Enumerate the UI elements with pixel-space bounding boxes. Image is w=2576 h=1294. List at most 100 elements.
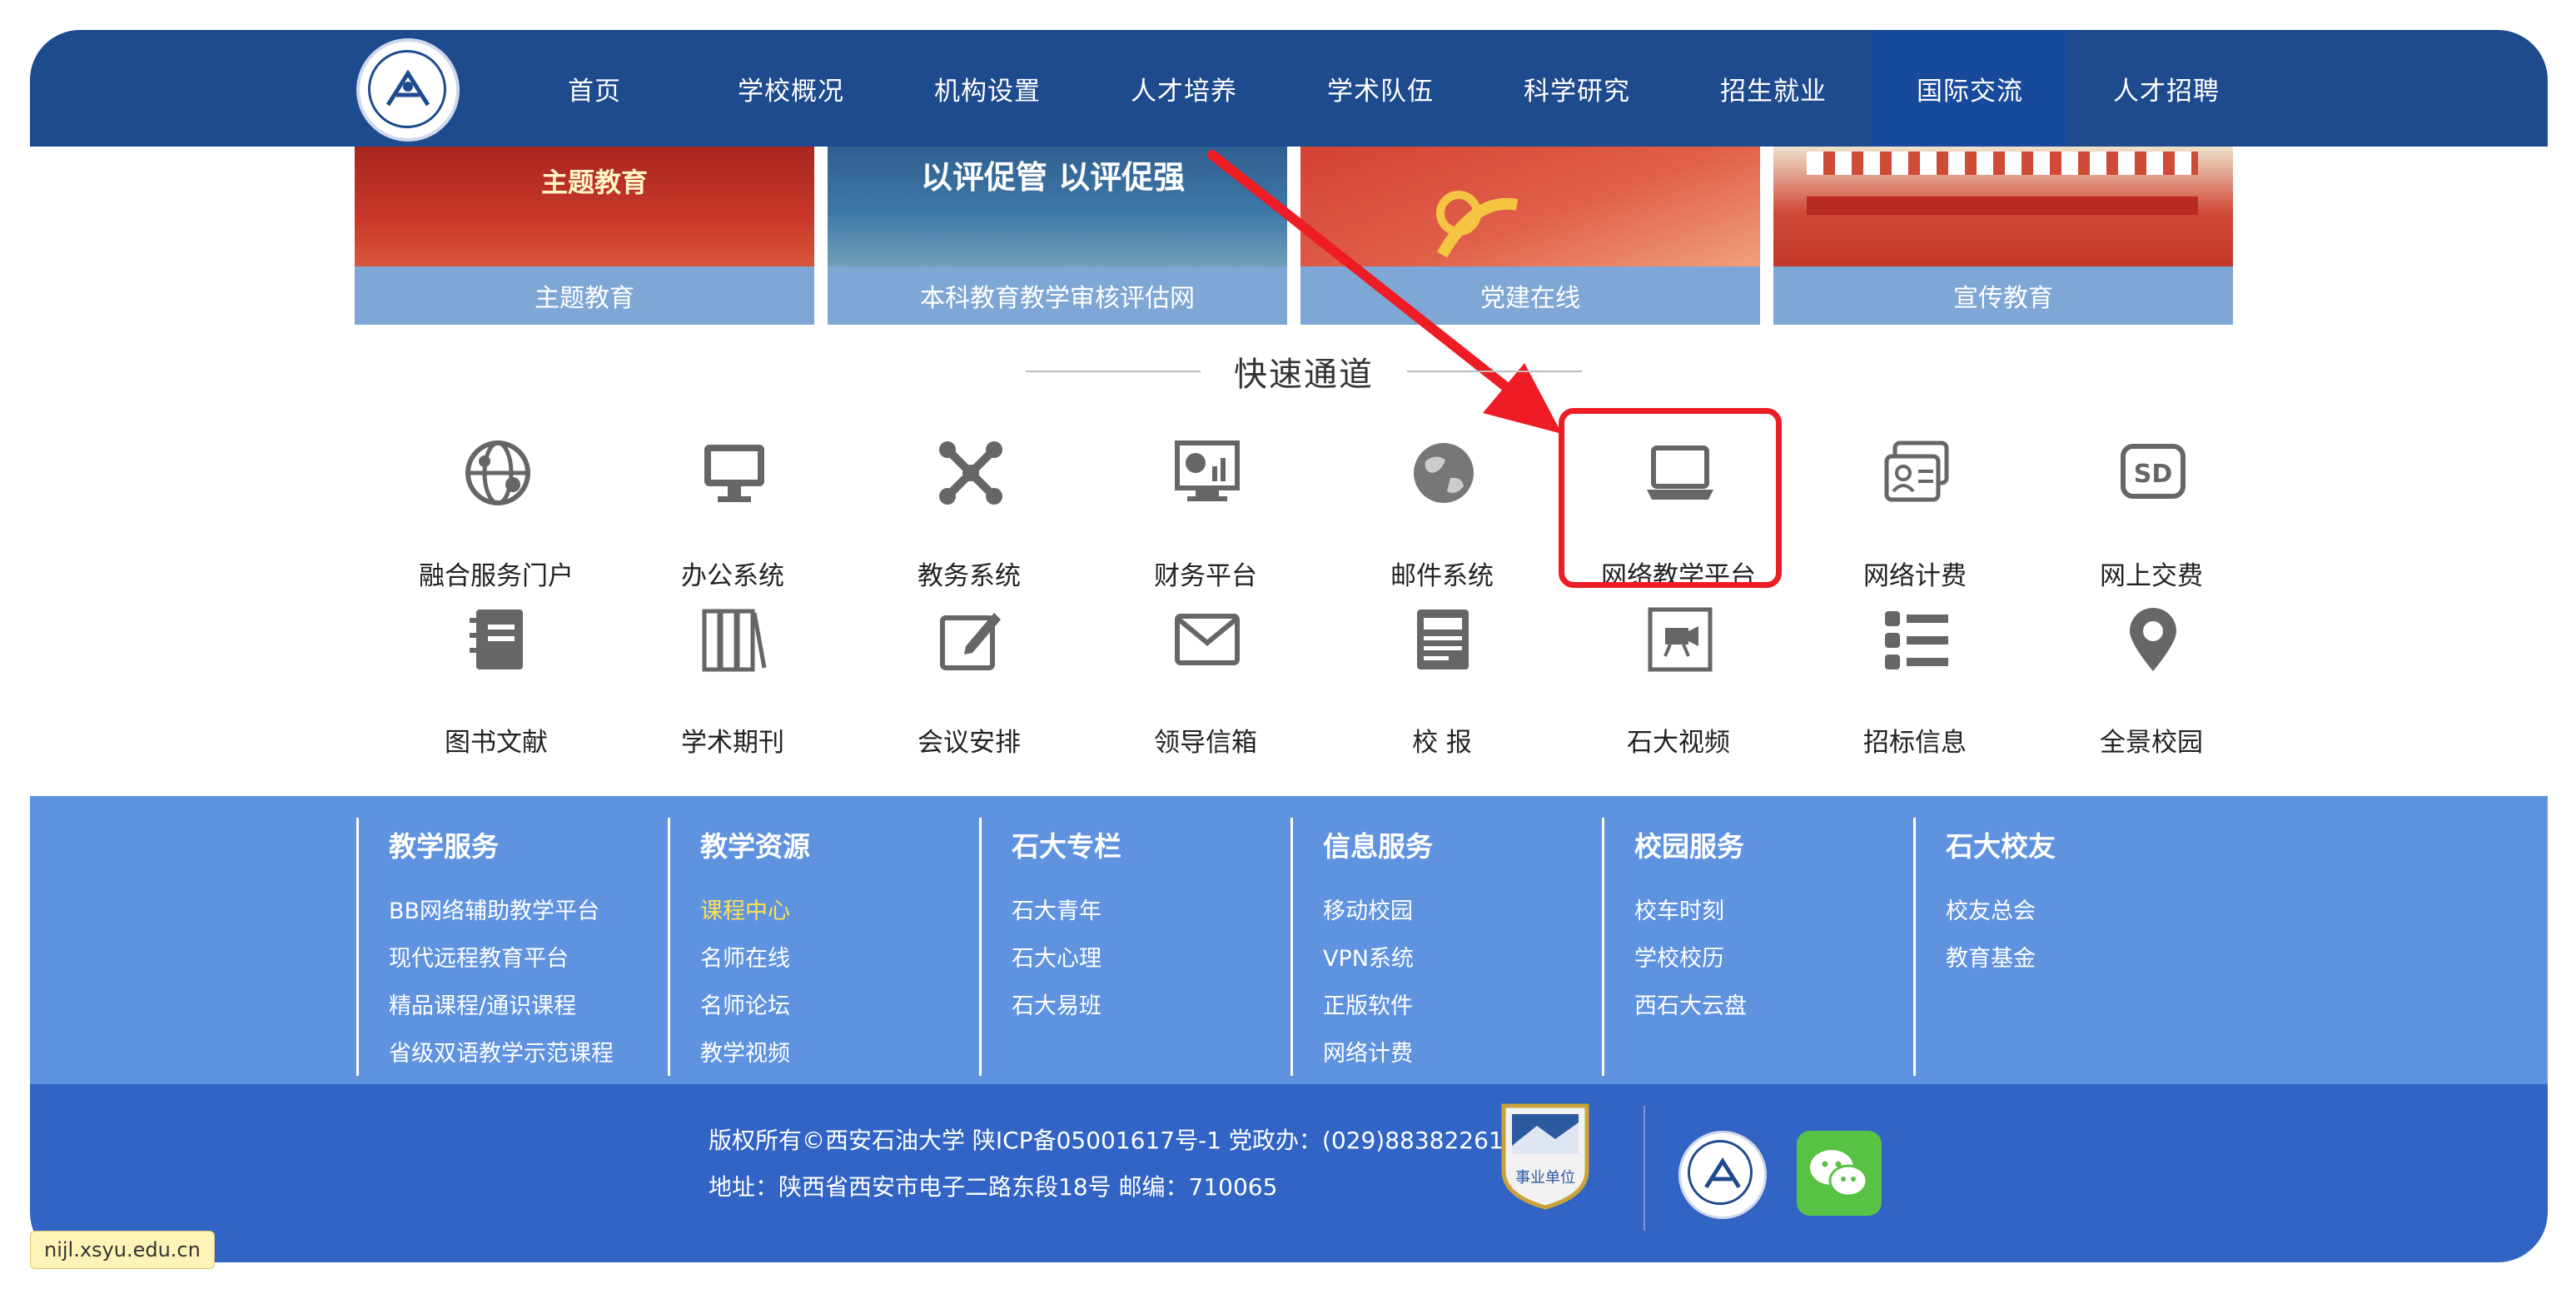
id-card-icon [1884,440,1949,502]
footer-column-heading: 信息服务 [1323,830,1433,863]
footer-link[interactable]: 现代远程教育平台 [389,935,668,983]
quick-link-video[interactable]: 石大视频 [1570,605,1787,758]
monitor-icon [704,445,764,502]
footer-links: 教学服务 BB网络辅助教学平台 现代远程教育平台 精品课程/通识课程 省级双语教… [30,796,2548,1084]
quick-link-mail[interactable]: 邮件系统 [1334,438,1550,591]
university-logo[interactable] [356,38,460,142]
quick-link-label: 图书文献 [445,728,548,758]
footer-link[interactable]: 名师在线 [700,935,979,983]
globe-icon [1414,443,1474,503]
footer-link[interactable]: 西石大云盘 [1634,983,1913,1030]
quick-link-leader-mailbox[interactable]: 领导信箱 [1097,605,1314,758]
footer-link[interactable]: 石大易班 [1012,983,1290,1030]
mail-icon [1175,614,1240,665]
copyright-text: 版权所有©西安石油大学 陕ICP备05001617号-1 党政办：(029)88… [709,1127,1504,1154]
footer-link[interactable]: 名师论坛 [700,983,979,1030]
quick-link-label: 邮件系统 [1390,561,1494,591]
quick-link-online-payment[interactable]: SD 网上交费 [2043,438,2260,591]
footer-column-heading: 石大校友 [1946,830,2056,863]
video-camera-icon [1648,607,1713,672]
footer-link[interactable]: 石大心理 [1012,935,1290,983]
edit-icon [940,613,1001,670]
footer-column-alumni: 石大校友 校友总会 教育基金 [1913,818,2225,1076]
page-frame: 首页 学校概况 机构设置 人才培养 学术队伍 科学研究 招生就业 国际交流 人才… [30,30,2548,1262]
books-icon [702,609,767,672]
nav-item-home[interactable]: 首页 [496,30,693,147]
footer-link[interactable]: 正版软件 [1323,983,1602,1030]
quick-link-label: 财务平台 [1154,561,1257,591]
public-institution-badge[interactable]: 事业单位 [1495,1096,1595,1212]
quick-access-heading: 快速通道 [1012,346,1595,396]
banner-publicity-education[interactable]: 宣传教育 [1773,147,2233,325]
quick-link-newspaper[interactable]: 校 报 [1334,605,1550,758]
banner-image-text: 以评促管 以评促强 [921,158,1186,196]
quick-link-office-system[interactable]: 办公系统 [624,438,841,591]
banner-image [1773,147,2233,266]
nav-item-admission[interactable]: 招生就业 [1675,30,1872,147]
banner-image-text: 主题教育 [541,167,649,198]
quick-link-academic-affairs[interactable]: 教务系统 [861,438,1077,591]
chart-screen-icon [1175,440,1240,501]
banner-image: 主题教育 [355,147,814,266]
footer-link[interactable]: 网络计费 [1323,1030,1602,1078]
nav-item-organization[interactable]: 机构设置 [889,30,1086,147]
quick-link-network-billing[interactable]: 网络计费 [1807,438,2023,591]
footer-link[interactable]: 石大青年 [1012,888,1290,935]
footer-column-heading: 教学资源 [700,830,810,863]
banner-caption: 宣传教育 [1773,266,2233,325]
banner-theme-education[interactable]: 主题教育 主题教育 [355,147,814,325]
footer-column-info-services: 信息服务 移动校园 VPN系统 正版软件 网络计费 [1290,818,1602,1076]
status-url: nijl.xsyu.edu.cn [30,1231,215,1269]
wechat-icon[interactable] [1797,1131,1882,1216]
top-nav: 首页 学校概况 机构设置 人才培养 学术队伍 科学研究 招生就业 国际交流 人才… [30,30,2548,147]
quick-link-label: 教务系统 [918,561,1021,591]
highlight-box [1559,408,1782,588]
nav-item-international[interactable]: 国际交流 [1872,30,2068,147]
nav-item-recruitment[interactable]: 人才招聘 [2068,30,2265,147]
footer-link[interactable]: 学校校历 [1634,935,1913,983]
footer-column-teaching-resources: 教学资源 课程中心 名师在线 名师论坛 教学视频 [668,818,979,1076]
divider [1407,371,1582,372]
quick-link-meetings[interactable]: 会议安排 [861,605,1077,758]
badge-text: 事业单位 [1515,1169,1575,1187]
footer-link[interactable]: 省级双语教学示范课程 [389,1030,668,1078]
quick-link-label: 石大视频 [1627,728,1730,758]
nav-item-education[interactable]: 人才培养 [1086,30,1282,147]
copyright-footer: 版权所有©西安石油大学 陕ICP备05001617号-1 党政办：(029)88… [30,1084,2548,1262]
quick-link-finance[interactable]: 财务平台 [1097,438,1314,591]
quick-link-label: 招标信息 [1863,728,1967,758]
newspaper-icon [1417,610,1469,669]
quick-link-service-portal[interactable]: 融合服务门户 [388,438,604,591]
quick-link-bidding[interactable]: 招标信息 [1807,605,2023,758]
quick-link-label: 全景校园 [2100,728,2203,758]
quick-access-title: 快速通道 [1234,356,1374,394]
quick-link-label: 学术期刊 [681,728,784,758]
footer-link[interactable]: BB网络辅助教学平台 [389,888,668,935]
footer-link[interactable]: VPN系统 [1323,935,1602,983]
quick-link-journals[interactable]: 学术期刊 [624,605,841,758]
globe-network-icon [465,440,530,505]
footer-link[interactable]: 教育基金 [1946,935,2225,983]
footer-link[interactable]: 教学视频 [700,1030,979,1078]
quick-link-library[interactable]: 图书文献 [388,605,604,758]
footer-link[interactable]: 校车时刻 [1634,888,1913,935]
footer-link[interactable]: 课程中心 [700,888,979,935]
quick-link-panorama[interactable]: 全景校园 [2043,605,2260,758]
address-text: 地址：陕西省西安市电子二路东段18号 邮编：710065 [709,1173,1278,1201]
quick-link-label: 领导信箱 [1154,728,1257,758]
university-logo-small[interactable] [1678,1131,1767,1219]
footer-column-special: 石大专栏 石大青年 石大心理 石大易班 [979,818,1290,1076]
quick-link-label: 校 报 [1412,728,1472,758]
nav-item-research[interactable]: 科学研究 [1479,30,1675,147]
divider [1644,1106,1645,1231]
nav-item-about[interactable]: 学校概况 [693,30,889,147]
nav-item-faculty[interactable]: 学术队伍 [1282,30,1479,147]
footer-link[interactable]: 校友总会 [1946,888,2225,935]
annotation-arrow [1207,150,1562,434]
list-icon [1885,611,1948,669]
footer-link[interactable]: 精品课程/通识课程 [389,983,668,1030]
quick-link-label: 办公系统 [681,561,784,591]
footer-link[interactable]: 移动校园 [1323,888,1602,935]
map-pin-icon [2130,608,2176,671]
molecule-icon [939,441,1002,505]
